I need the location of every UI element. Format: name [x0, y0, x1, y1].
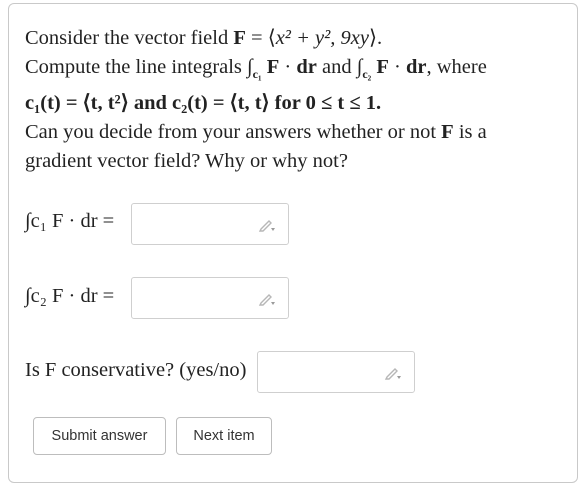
- problem-line-5: gradient vector field? Why or why not?: [25, 150, 348, 172]
- line-end: ⟩.: [368, 27, 383, 49]
- problem-line-1: Consider the vector field F = ⟨x² + y², …: [25, 24, 565, 53]
- field-components: x² + y², 9xy: [275, 27, 369, 49]
- answer-input-2[interactable]: [131, 277, 289, 319]
- submit-answer-button[interactable]: Submit answer: [33, 417, 166, 455]
- pencil-icon: [384, 368, 401, 380]
- problem-text: Compute the line integrals: [25, 56, 248, 78]
- field-symbol: F: [441, 121, 454, 143]
- problem-text: is a: [453, 121, 487, 143]
- problem-text: and: [316, 56, 357, 78]
- field-symbol: F: [233, 27, 246, 49]
- answer-label-2: ∫c₂ F · dr =: [25, 285, 114, 308]
- problem-text: , where: [426, 56, 487, 78]
- integral-c1: ∫c₁ F · dr: [247, 56, 317, 81]
- problem-line-4: Can you decide from your answers whether…: [25, 118, 565, 147]
- problem-line-2: Compute the line integrals ∫c₁ F · dr an…: [25, 53, 565, 89]
- integral-c2: ∫c₂ F · dr: [356, 56, 427, 81]
- answer-label-text: ∫c₂ F · dr =: [25, 285, 115, 307]
- next-item-button[interactable]: Next item: [176, 417, 272, 455]
- problem-statement: Consider the vector field F = ⟨x² + y², …: [25, 24, 565, 176]
- answer-label-1: ∫c₁ F · dr =: [25, 210, 114, 233]
- problem-line-3: c₁(t) = ⟨t, t²⟩ and c₂(t) = ⟨t, t⟩ for 0…: [25, 92, 382, 114]
- pencil-icon: [258, 220, 275, 232]
- problem-text: Consider the vector field: [25, 27, 234, 49]
- answer-label-3: Is F conservative? (yes/no): [25, 359, 246, 382]
- answer-input-1[interactable]: [131, 203, 289, 245]
- equals-text: = ⟨: [245, 27, 276, 49]
- answer-label-text: ∫c₁ F · dr =: [25, 210, 115, 232]
- answer-input-3[interactable]: [257, 351, 415, 393]
- problem-text: Can you decide from your answers whether…: [25, 121, 442, 143]
- pencil-icon: [258, 294, 275, 306]
- answer-label-text: Is F conservative? (yes/no): [25, 359, 247, 381]
